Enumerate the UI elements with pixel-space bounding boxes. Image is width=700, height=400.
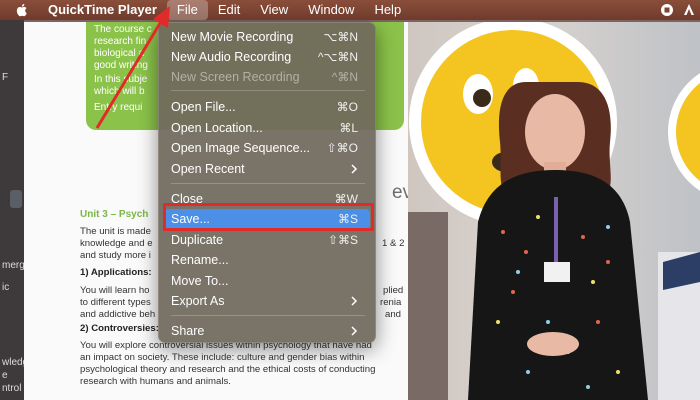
annotation-arrow-icon [95,6,170,129]
